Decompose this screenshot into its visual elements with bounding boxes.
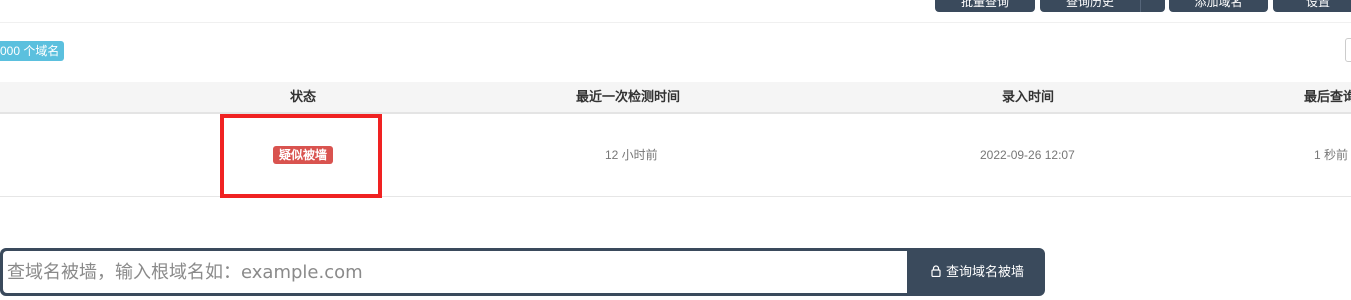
toolbar-button-3[interactable]: 添加域名 bbox=[1169, 0, 1268, 12]
last-query-cell: 1 秒前 bbox=[1314, 148, 1349, 162]
toolbar-button-4[interactable]: 设置 bbox=[1273, 0, 1351, 12]
search-form: 查询域名被墙 bbox=[0, 248, 1045, 296]
table-header: 状态 最近一次检测时间 录入时间 最后查询 bbox=[0, 82, 1351, 114]
query-domain-button[interactable]: 查询域名被墙 bbox=[910, 248, 1045, 296]
toolbar-dropdown-toggle[interactable] bbox=[1140, 0, 1165, 12]
select-all-checkbox[interactable] bbox=[1345, 38, 1351, 62]
created-time-cell: 2022-09-26 12:07 bbox=[980, 148, 1075, 162]
table-row: 疑似被墙 12 小时前 2022-09-26 12:07 1 秒前 bbox=[0, 114, 1351, 197]
domain-count-badge: 000 个域名 bbox=[0, 41, 65, 61]
highlight-annotation-box bbox=[220, 114, 382, 198]
toolbar: 批量查询 查询历史 添加域名 设置 bbox=[0, 0, 1351, 12]
domain-search-input[interactable] bbox=[3, 251, 907, 293]
toolbar-button-2[interactable]: 查询历史 bbox=[1040, 0, 1140, 12]
divider bbox=[0, 22, 1351, 23]
toolbar-button-1[interactable]: 批量查询 bbox=[935, 0, 1035, 12]
domain-monitor-page: 批量查询 查询历史 添加域名 设置 000 个域名 状态 最近一次检测时间 录入… bbox=[0, 0, 1351, 300]
column-header-last-query[interactable]: 最后查询 bbox=[1304, 82, 1351, 112]
lock-icon bbox=[931, 265, 941, 277]
last-check-cell: 12 小时前 bbox=[605, 148, 658, 162]
column-header-status[interactable]: 状态 bbox=[290, 82, 316, 112]
column-header-created[interactable]: 录入时间 bbox=[1002, 82, 1054, 112]
query-domain-button-label: 查询域名被墙 bbox=[945, 264, 1024, 279]
column-header-last-check[interactable]: 最近一次检测时间 bbox=[576, 82, 680, 112]
domain-table: 状态 最近一次检测时间 录入时间 最后查询 疑似被墙 12 小时前 2022-0… bbox=[0, 82, 1351, 197]
